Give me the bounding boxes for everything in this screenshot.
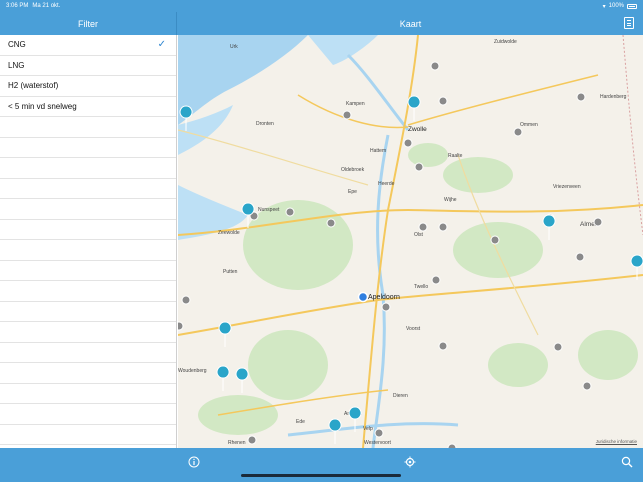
station-marker[interactable] <box>430 61 440 71</box>
place-label: Hardenberg <box>600 94 627 100</box>
place-label: Oldebroek <box>341 167 365 173</box>
checkmark-icon: ✓ <box>157 39 166 51</box>
empty-row <box>0 240 176 261</box>
place-label: Zeewolde <box>218 230 240 236</box>
place-label: Raalte <box>448 153 463 159</box>
status-bar: 3:06 PM Ma 21 okt. ▾ 100% <box>0 0 643 12</box>
map-view[interactable]: Urk Kampen Zwolle Dronten Hattem Oldebro… <box>178 35 643 448</box>
place-label: Zuidwolde <box>494 39 517 45</box>
map-title: Kaart <box>399 18 422 29</box>
place-label: Dieren <box>393 393 408 399</box>
station-marker[interactable] <box>582 381 592 391</box>
empty-row <box>0 322 176 343</box>
place-label: Velp <box>363 426 373 432</box>
place-label: Vriezenveen <box>553 184 581 190</box>
station-marker[interactable] <box>285 207 295 217</box>
station-pin[interactable] <box>542 214 556 241</box>
station-marker[interactable] <box>438 222 448 232</box>
place-label: Wijhe <box>444 197 457 203</box>
empty-row <box>0 343 176 363</box>
empty-row <box>0 179 176 199</box>
station-marker[interactable] <box>438 96 448 106</box>
station-marker[interactable] <box>438 341 448 351</box>
filter-item-label: LNG <box>8 60 25 70</box>
station-marker[interactable] <box>576 92 586 102</box>
station-marker[interactable] <box>490 235 500 245</box>
place-label: Rhenen <box>228 440 246 446</box>
place-label: Apeldoorn <box>368 294 400 301</box>
nav-bar: Filter Kaart <box>0 12 643 35</box>
info-icon[interactable] <box>186 454 202 470</box>
place-label: Voorst <box>406 326 421 332</box>
place-label: Ede <box>296 419 305 425</box>
map-canvas[interactable]: Urk Kampen Zwolle Dronten Hattem Oldebro… <box>178 35 643 448</box>
status-time: 3:06 PM <box>6 3 29 9</box>
place-label: Hattem <box>370 148 386 154</box>
empty-row <box>0 199 176 220</box>
station-marker[interactable] <box>593 217 603 227</box>
station-marker[interactable] <box>381 302 391 312</box>
empty-row <box>0 138 176 158</box>
filter-item-cng[interactable]: CNG ✓ <box>0 35 176 56</box>
empty-row <box>0 281 176 302</box>
place-label: Ommen <box>520 122 538 128</box>
status-date: Ma 21 okt. <box>32 3 61 9</box>
station-marker[interactable] <box>513 127 523 137</box>
list-icon[interactable] <box>624 17 634 29</box>
place-label: Nunspeet <box>258 207 280 213</box>
place-label: Urk <box>230 44 238 50</box>
battery-icon <box>627 3 637 9</box>
empty-row <box>0 363 176 384</box>
place-label: Zwolle <box>408 126 427 133</box>
wifi-icon: ▾ <box>602 3 606 10</box>
station-marker[interactable] <box>575 252 585 262</box>
empty-row <box>0 117 176 138</box>
station-pin[interactable] <box>235 367 249 394</box>
station-marker[interactable] <box>418 222 428 232</box>
empty-row <box>0 220 176 240</box>
filter-item-lng[interactable]: LNG <box>0 56 176 76</box>
place-label: Westervoort <box>364 440 391 446</box>
filter-title: Filter <box>0 12 177 35</box>
station-marker[interactable] <box>431 275 441 285</box>
locate-icon[interactable] <box>402 454 418 470</box>
home-indicator <box>241 474 401 477</box>
empty-row <box>0 384 176 404</box>
place-label: Heerde <box>378 181 395 187</box>
search-icon[interactable] <box>619 454 635 470</box>
filter-item-highway[interactable]: < 5 min vd snelweg <box>0 97 176 117</box>
filter-item-label: H2 (waterstof) <box>8 81 59 91</box>
station-marker[interactable] <box>181 295 191 305</box>
station-marker[interactable] <box>326 218 336 228</box>
filter-item-label: < 5 min vd snelweg <box>8 101 77 111</box>
empty-row <box>0 261 176 281</box>
battery-percent: 100% <box>608 3 624 9</box>
place-label: Epe <box>348 189 357 195</box>
place-label: Dronten <box>256 121 274 127</box>
filter-item-label: CNG <box>8 40 26 50</box>
station-pin[interactable] <box>407 95 421 122</box>
empty-row <box>0 425 176 445</box>
station-marker[interactable] <box>342 110 352 120</box>
station-marker[interactable] <box>414 162 424 172</box>
station-marker[interactable] <box>374 428 384 438</box>
current-location-dot <box>357 291 369 303</box>
station-pin[interactable] <box>216 365 230 392</box>
station-marker[interactable] <box>403 138 413 148</box>
filter-list: CNG ✓ LNG H2 (waterstof) < 5 min vd snel… <box>0 35 177 448</box>
station-marker[interactable] <box>553 342 563 352</box>
empty-row <box>0 302 176 322</box>
place-label: Putten <box>223 269 238 275</box>
place-label: Olst <box>414 232 424 238</box>
filter-item-h2[interactable]: H2 (waterstof) <box>0 76 176 97</box>
place-label: Woudenberg <box>178 368 207 374</box>
legal-link[interactable]: Juridische informatie <box>596 439 637 444</box>
station-marker[interactable] <box>178 321 184 331</box>
empty-row <box>0 158 176 179</box>
place-label: Twello <box>414 284 428 290</box>
station-marker[interactable] <box>247 435 257 445</box>
empty-row <box>0 404 176 425</box>
station-pin[interactable] <box>218 321 232 348</box>
place-label: Kampen <box>346 101 365 107</box>
